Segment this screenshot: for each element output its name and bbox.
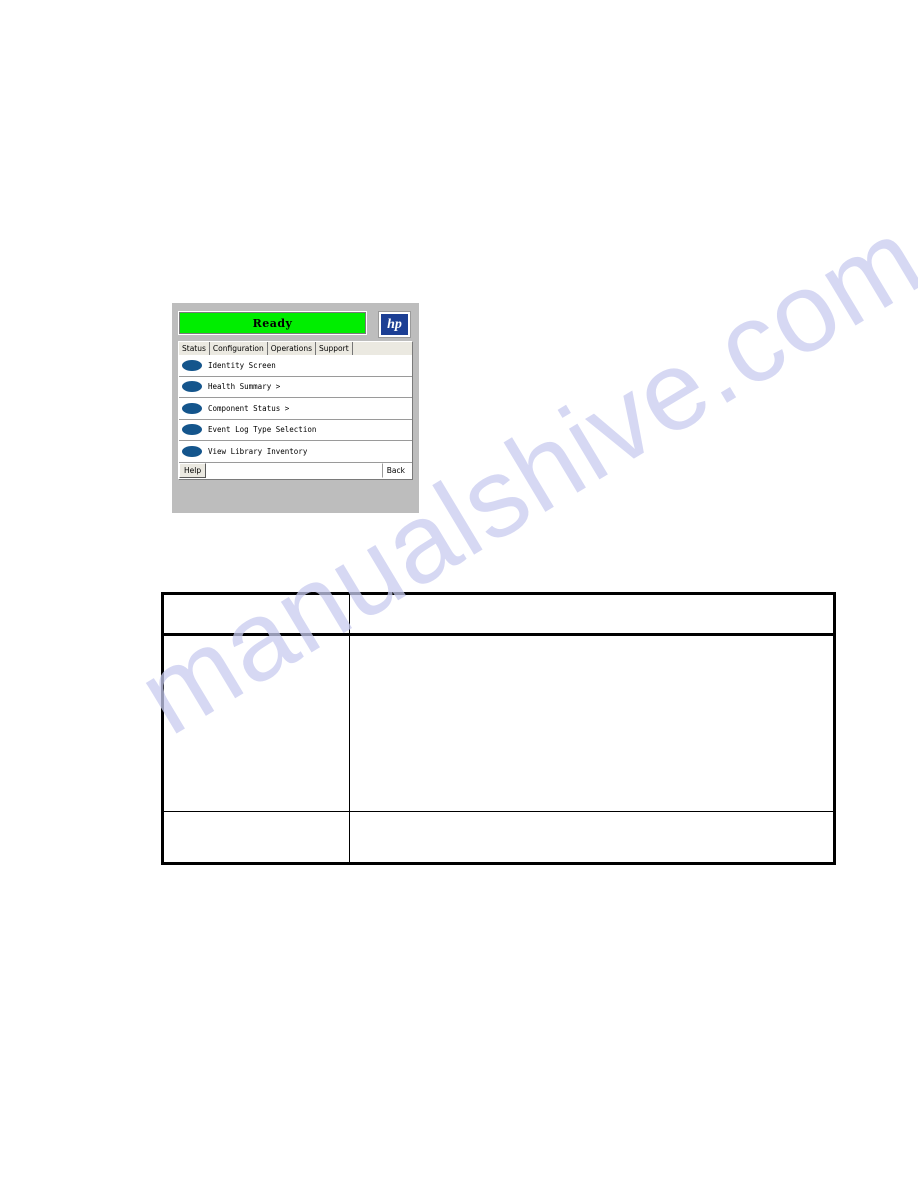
- bullet-icon: [182, 359, 202, 371]
- menu-item-component-status[interactable]: Component Status >: [179, 398, 412, 420]
- status-bar-label: Ready: [252, 316, 293, 330]
- bullet-icon: [182, 402, 202, 414]
- status-bar: Ready: [178, 311, 367, 335]
- device-header: Ready hp: [178, 311, 413, 341]
- menu-item-view-library-inventory[interactable]: View Library Inventory: [179, 441, 412, 463]
- hp-logo-icon: hp: [378, 311, 411, 338]
- tab-status[interactable]: Status: [179, 342, 210, 355]
- menu-item-event-log-type-selection[interactable]: Event Log Type Selection: [179, 419, 412, 441]
- menu-item-label: Component Status >: [208, 403, 290, 413]
- table-row: [161, 592, 836, 636]
- menu-item-label: Identity Screen: [208, 360, 276, 370]
- tab-operations[interactable]: Operations: [268, 342, 317, 355]
- table-row: [161, 634, 836, 812]
- bullet-icon: [182, 424, 202, 436]
- tab-strip: Status Configuration Operations Support: [178, 341, 413, 355]
- bullet-icon: [182, 381, 202, 393]
- table-cell-right: [349, 634, 836, 812]
- menu-item-label: View Library Inventory: [208, 446, 308, 456]
- tab-configuration[interactable]: Configuration: [210, 342, 268, 355]
- tab-support[interactable]: Support: [316, 342, 353, 355]
- device-gui: Ready hp Status Configuration Operations…: [178, 311, 413, 491]
- menu-item-label: Event Log Type Selection: [208, 425, 317, 435]
- table-cell-right: [349, 811, 836, 865]
- table-cell-left: [161, 634, 350, 812]
- table-header-cell-left: [161, 592, 350, 636]
- back-button[interactable]: Back: [381, 463, 410, 478]
- help-button[interactable]: Help: [179, 463, 207, 478]
- menu-item-health-summary[interactable]: Health Summary >: [179, 376, 412, 398]
- menu-item-label: Health Summary >: [208, 382, 281, 392]
- device-screenshot-panel: Ready hp Status Configuration Operations…: [172, 303, 419, 513]
- bullet-icon: [182, 445, 202, 457]
- info-table: [161, 592, 836, 865]
- device-bottom-bar: Help Back: [178, 462, 413, 480]
- table-cell-left: [161, 811, 350, 865]
- menu-item-identity-screen[interactable]: Identity Screen: [179, 355, 412, 377]
- hp-logo-text: hp: [387, 316, 402, 332]
- status-menu-list: Identity Screen Health Summary > Compone…: [178, 355, 413, 463]
- table-header-cell-right: [349, 592, 836, 636]
- table-row: [161, 811, 836, 865]
